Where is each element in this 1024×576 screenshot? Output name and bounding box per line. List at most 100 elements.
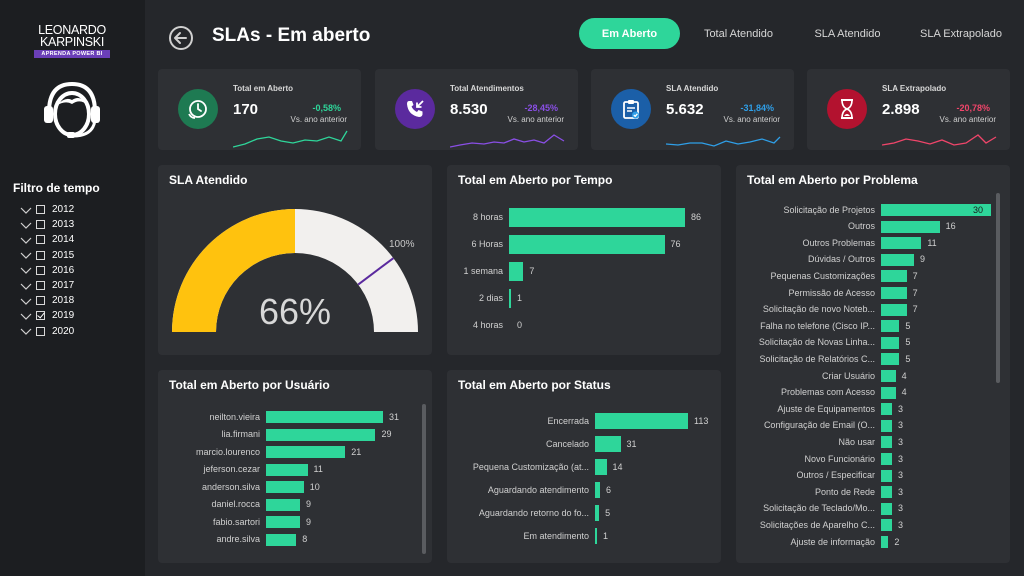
kpi-value: 5.632 (666, 101, 704, 118)
chevron-down-icon[interactable] (20, 265, 32, 275)
usuario-chart-card: Total em Aberto por Usuário neilton.viei… (158, 370, 432, 563)
bar[interactable] (266, 481, 304, 493)
bar[interactable] (881, 336, 900, 349)
kpi-icon-badge (395, 89, 435, 129)
bar[interactable] (266, 446, 346, 458)
year-checkbox[interactable] (36, 296, 45, 306)
year-option[interactable]: 2017 (20, 278, 74, 293)
chevron-down-icon[interactable] (20, 281, 32, 291)
bar[interactable] (881, 386, 896, 399)
bar[interactable] (881, 270, 907, 283)
bar-value: 1 (603, 530, 609, 541)
year-checkbox[interactable] (36, 250, 45, 260)
bar[interactable] (266, 411, 383, 423)
bar[interactable] (881, 287, 907, 299)
year-option[interactable]: 2016 (20, 263, 74, 278)
bar-label: Pequena Customização (at... (472, 461, 589, 472)
bar[interactable] (881, 486, 892, 499)
year-option[interactable]: 2020 (20, 324, 74, 339)
bar[interactable] (881, 220, 940, 233)
kpi-label: Total Atendimentos (450, 84, 524, 93)
chevron-down-icon[interactable] (20, 220, 32, 230)
kpi-icon-badge (827, 89, 867, 129)
usuario-scrollbar[interactable] (422, 404, 426, 554)
bar[interactable] (881, 536, 889, 548)
problema-scrollbar[interactable] (996, 193, 1000, 383)
bar[interactable] (266, 498, 300, 511)
bar-label: Solicitação de novo Noteb... (762, 304, 875, 315)
bar[interactable] (509, 262, 524, 281)
year-option[interactable]: 2013 (20, 217, 74, 232)
bar[interactable] (595, 505, 600, 521)
bar-label: Ponto de Rede (814, 486, 875, 497)
bar[interactable] (881, 303, 907, 316)
bar-label: 1 semana (463, 266, 503, 276)
chevron-down-icon[interactable] (20, 326, 32, 336)
year-option[interactable]: 2014 (20, 232, 74, 247)
kpi-value: 2.898 (882, 101, 920, 118)
bar[interactable] (881, 502, 892, 515)
bar-label: Outros / Especificar (796, 470, 875, 481)
chevron-down-icon[interactable] (20, 296, 32, 306)
bar[interactable] (881, 320, 900, 333)
year-checkbox[interactable] (36, 235, 45, 245)
bar[interactable] (266, 463, 308, 476)
year-option[interactable]: 2018 (20, 293, 74, 308)
bar[interactable] (881, 469, 892, 482)
usuario-chart-title: Total em Aberto por Usuário (169, 378, 330, 392)
bar-value: 30 (973, 204, 984, 215)
bar[interactable] (595, 436, 621, 452)
kpi-sparkline (450, 134, 565, 148)
bar-value: 3 (898, 486, 904, 497)
bar-label: Falha no telefone (Cisco IP... (760, 320, 875, 331)
bar[interactable] (881, 353, 900, 366)
bar-value: 3 (898, 519, 904, 530)
tab-sla-atendido[interactable]: SLA Atendido (797, 18, 898, 49)
year-option[interactable]: 2012 (20, 202, 74, 217)
bar[interactable] (509, 289, 512, 308)
year-option[interactable]: 2015 (20, 248, 74, 263)
arrow-left-icon (174, 32, 187, 44)
bar[interactable] (266, 516, 300, 528)
bar[interactable] (595, 528, 597, 544)
bar[interactable] (881, 370, 896, 382)
year-option[interactable]: 2019 (20, 308, 74, 323)
bar[interactable] (509, 208, 685, 227)
bar[interactable] (881, 436, 892, 449)
tab-total-atendido[interactable]: Total Atendido (680, 18, 797, 49)
kpi-change: -31,84% (740, 103, 774, 113)
bar-value: 31 (389, 411, 400, 422)
bar[interactable] (881, 403, 892, 416)
year-checkbox[interactable] (36, 220, 45, 230)
bar-label: 4 horas (472, 320, 503, 330)
chevron-down-icon[interactable] (20, 235, 32, 245)
year-checkbox[interactable] (36, 311, 45, 321)
bar[interactable] (881, 519, 892, 532)
year-checkbox[interactable] (36, 326, 45, 336)
bar[interactable] (881, 419, 892, 432)
bar[interactable] (595, 482, 600, 498)
chevron-down-icon[interactable] (20, 205, 32, 215)
kpi-icon-badge (178, 89, 218, 129)
chevron-down-icon[interactable] (20, 250, 32, 260)
bar[interactable] (881, 237, 922, 250)
kpi-change: -0,58% (312, 103, 341, 113)
year-checkbox[interactable] (36, 205, 45, 215)
bar-label: 2 dias (478, 293, 503, 303)
bar[interactable] (595, 459, 607, 475)
bar[interactable] (266, 428, 376, 441)
chevron-down-icon[interactable] (20, 311, 32, 321)
year-checkbox[interactable] (36, 281, 45, 291)
kpi-value: 8.530 (450, 101, 488, 118)
tab-sla-extrapolado[interactable]: SLA Extrapolado (898, 18, 1024, 49)
year-checkbox[interactable] (36, 265, 45, 275)
bar-label: 6 Horas (471, 239, 503, 249)
bar[interactable] (881, 453, 892, 465)
bar[interactable] (595, 413, 688, 429)
bar[interactable] (509, 235, 665, 254)
tab-em-aberto[interactable]: Em Aberto (579, 18, 680, 49)
gauge-value: 66% (258, 291, 332, 332)
back-button[interactable] (169, 26, 193, 50)
bar[interactable] (266, 533, 297, 546)
bar[interactable] (881, 253, 914, 266)
